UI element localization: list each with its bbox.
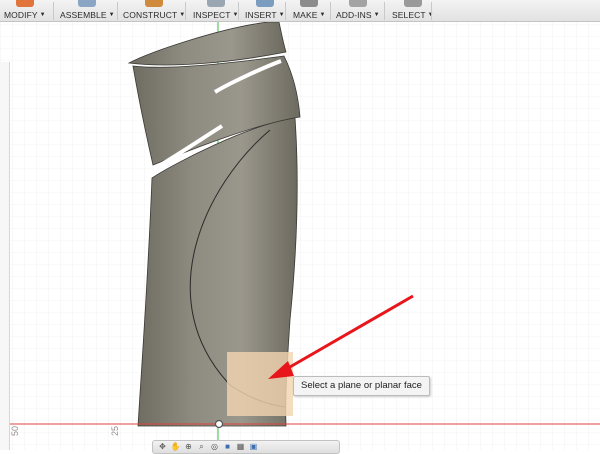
make-menu-label: MAKE <box>293 10 318 20</box>
selection-tooltip: Select a plane or planar face <box>293 376 430 396</box>
origin-point-icon[interactable] <box>214 419 224 429</box>
inspect-menu[interactable]: INSPECT ▼ <box>193 0 239 21</box>
add-ins-menu[interactable]: ADD-INS ▼ <box>336 0 380 21</box>
toolbar-divider <box>384 2 385 20</box>
grid-icon[interactable]: ▦ <box>235 442 246 452</box>
modify-menu-label: MODIFY <box>4 10 38 20</box>
toolbar-divider <box>185 2 186 20</box>
add-ins-menu-label: ADD-INS <box>336 10 372 20</box>
chevron-down-icon: ▼ <box>373 12 380 18</box>
chevron-down-icon: ▼ <box>39 12 46 18</box>
construct-menu-label: CONSTRUCT <box>123 10 178 20</box>
assemble-icon <box>78 0 97 7</box>
inspect-menu-label: INSPECT <box>193 10 231 20</box>
make-icon <box>300 0 319 7</box>
ruler-label-50: 50 <box>10 425 20 436</box>
insert-menu[interactable]: INSERT ▼ <box>245 0 285 21</box>
insert-icon <box>255 0 274 7</box>
chevron-down-icon: ▼ <box>108 12 115 18</box>
assemble-menu-label: ASSEMBLE <box>60 10 107 20</box>
select-menu-label: SELECT <box>392 10 426 20</box>
toolbar-divider <box>117 2 118 20</box>
chevron-down-icon: ▼ <box>319 12 326 18</box>
browser-panel-edge[interactable] <box>0 62 10 450</box>
select-menu[interactable]: SELECT▼ <box>392 0 434 21</box>
selection-plane-highlight[interactable] <box>227 352 293 416</box>
add-ins-icon <box>348 0 367 7</box>
zoom-icon[interactable]: ⊕ <box>183 442 194 452</box>
construct-icon <box>145 0 164 7</box>
construct-menu[interactable]: CONSTRUCT ▼ <box>123 0 185 21</box>
fit-icon[interactable]: ⌕ <box>196 442 207 452</box>
pan-icon[interactable]: ✋ <box>170 442 181 452</box>
display-mode-icon[interactable]: ■ <box>222 442 233 452</box>
inspect-icon <box>206 0 225 7</box>
toolbar-divider <box>53 2 54 20</box>
insert-menu-label: INSERT <box>245 10 277 20</box>
assemble-menu[interactable]: ASSEMBLE ▼ <box>60 0 115 21</box>
chevron-down-icon: ▼ <box>278 12 285 18</box>
select-icon <box>403 0 422 7</box>
look-at-icon[interactable]: ◎ <box>209 442 220 452</box>
toolbar-divider <box>238 2 239 20</box>
toolbar-divider <box>431 2 432 20</box>
modify-menu[interactable]: MODIFY ▼ <box>4 0 46 21</box>
modify-icon <box>15 0 34 7</box>
toolbar-divider <box>285 2 286 20</box>
ruler-label-25: 25 <box>110 425 120 436</box>
design-canvas[interactable]: Select a plane or planar face 50 25 <box>0 22 600 450</box>
make-menu[interactable]: MAKE ▼ <box>293 0 326 21</box>
navigation-bar: ✥ ✋ ⊕ ⌕ ◎ ■ ▦ ▣ <box>152 440 340 454</box>
toolbar-divider <box>330 2 331 20</box>
main-toolbar: MODIFY ▼ ASSEMBLE ▼ CONSTRUCT ▼ INSPECT ▼ IN… <box>0 0 600 22</box>
orbit-icon[interactable]: ✥ <box>157 442 168 452</box>
viewports-icon[interactable]: ▣ <box>248 442 259 452</box>
